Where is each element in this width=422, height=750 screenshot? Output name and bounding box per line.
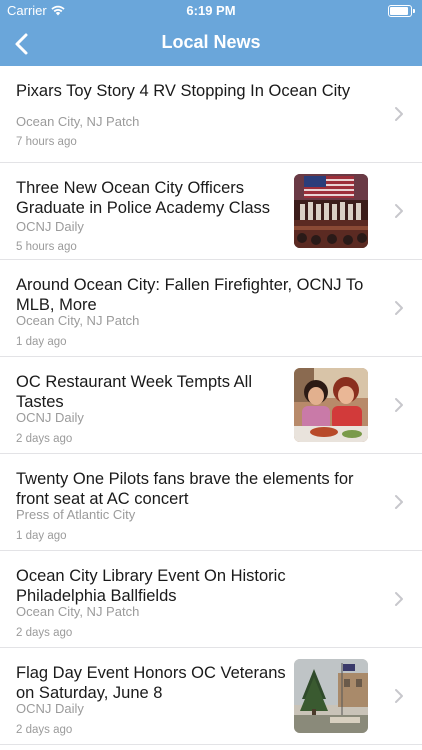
navigation-bar: Local News	[0, 22, 422, 66]
news-time: 2 days ago	[16, 627, 73, 639]
news-item[interactable]: Flag Day Event Honors OC Veterans on Sat…	[0, 648, 422, 745]
news-time: 1 day ago	[16, 336, 67, 348]
news-item[interactable]: Pixars Toy Story 4 RV Stopping In Ocean …	[0, 66, 422, 163]
chevron-right-icon	[395, 495, 403, 509]
news-title: OC Restaurant Week Tempts All Tastes	[16, 373, 252, 411]
header: Carrier 6:19 PM Local News	[0, 0, 422, 66]
news-item[interactable]: Around Ocean City: Fallen Firefighter, O…	[0, 260, 422, 357]
news-source: OCNJ Daily	[16, 410, 84, 425]
news-source: Ocean City, NJ Patch	[16, 114, 140, 129]
news-title: Twenty One Pilots fans brave the element…	[16, 470, 354, 508]
news-thumbnail-restaurant-week	[294, 368, 368, 442]
news-title: Ocean City Library Event On Historic Phi…	[16, 567, 286, 605]
news-time: 2 days ago	[16, 433, 73, 445]
news-time: 7 hours ago	[16, 136, 77, 148]
news-source: OCNJ Daily	[16, 219, 84, 234]
news-source: OCNJ Daily	[16, 701, 84, 716]
news-source: Ocean City, NJ Patch	[16, 313, 140, 328]
status-bar: Carrier 6:19 PM	[0, 0, 422, 22]
news-item[interactable]: Ocean City Library Event On Historic Phi…	[0, 551, 422, 648]
news-item[interactable]: OC Restaurant Week Tempts All Tastes OCN…	[0, 357, 422, 454]
news-source: Press of Atlantic City	[16, 507, 136, 522]
page-title: Local News	[161, 32, 261, 52]
news-title: Three New Ocean City Officers Graduate i…	[16, 179, 271, 217]
chevron-right-icon	[395, 301, 403, 315]
news-title: Pixars Toy Story 4 RV Stopping In Ocean …	[16, 82, 351, 100]
chevron-right-icon	[395, 107, 403, 121]
chevron-right-icon	[395, 204, 403, 218]
news-time: 2 days ago	[16, 724, 73, 736]
news-item[interactable]: Twenty One Pilots fans brave the element…	[0, 454, 422, 551]
news-time: 1 day ago	[16, 530, 67, 542]
clock-label: 6:19 PM	[186, 3, 236, 18]
chevron-right-icon	[395, 398, 403, 412]
news-list: Pixars Toy Story 4 RV Stopping In Ocean …	[0, 66, 422, 745]
news-title: Around Ocean City: Fallen Firefighter, O…	[16, 276, 364, 314]
news-thumbnail-flag-day	[294, 659, 368, 733]
chevron-right-icon	[395, 592, 403, 606]
news-thumbnail-police-graduation	[294, 174, 368, 248]
news-title: Flag Day Event Honors OC Veterans on Sat…	[16, 664, 286, 702]
chevron-right-icon	[395, 689, 403, 703]
news-item[interactable]: Three New Ocean City Officers Graduate i…	[0, 163, 422, 260]
battery-icon	[388, 5, 415, 17]
news-source: Ocean City, NJ Patch	[16, 604, 140, 619]
news-time: 5 hours ago	[16, 241, 77, 253]
